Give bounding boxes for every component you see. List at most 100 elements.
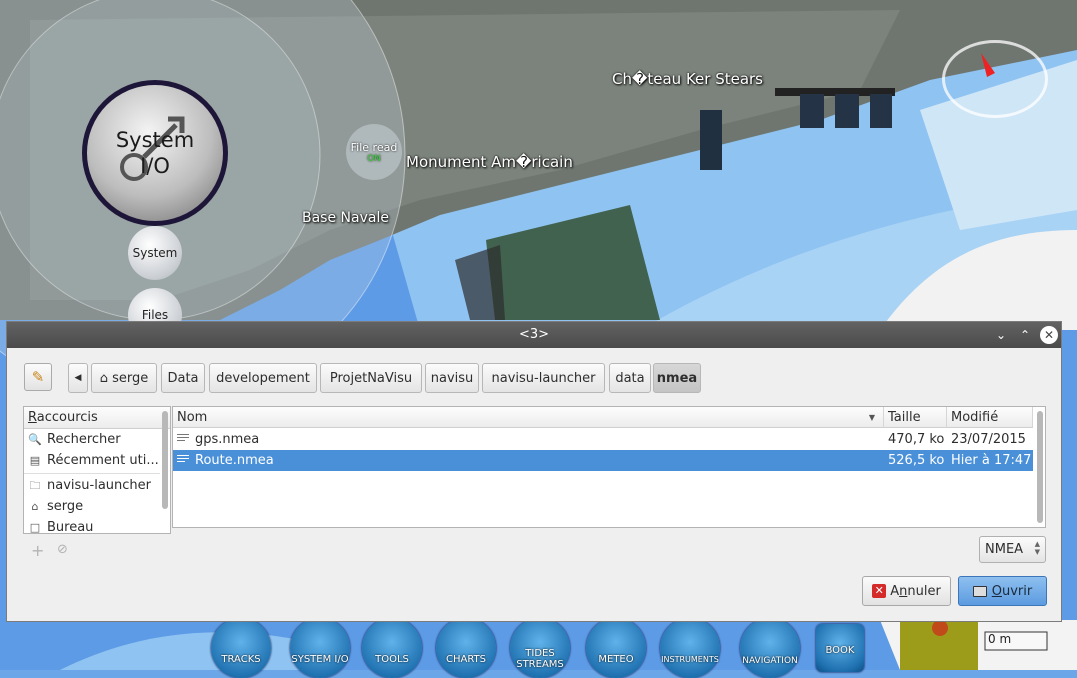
map-label-monument: Monument Am�ricain <box>406 153 573 171</box>
tracks-label: TRACKS <box>221 653 261 665</box>
text-file-icon <box>177 455 189 466</box>
system-submenu-button[interactable]: System <box>128 226 182 280</box>
file-list: Nom ▼ Taille Modifié gps.nmea 470,7 ko 23… <box>172 406 1046 528</box>
charts-button[interactable]: CHARTS <box>436 618 496 678</box>
recent-icon: ▤ <box>29 454 41 467</box>
path-crumb-navisu-launcher[interactable]: navisu-launcher <box>482 363 605 393</box>
cancel-icon: ✕ <box>872 584 887 598</box>
charts-label: CHARTS <box>445 653 487 665</box>
file-read-button[interactable]: File read ON <box>346 124 402 180</box>
place-label: Récemment uti... <box>47 453 159 468</box>
path-crumb-serge[interactable]: ⌂ serge <box>91 363 157 393</box>
cancel-label-a: A <box>890 583 900 599</box>
folder-icon: 🗀 <box>29 479 41 492</box>
tides-streams-button[interactable]: TIDES STREAMS <box>510 618 570 678</box>
file-type-filter[interactable]: NMEA ▲ ▼ <box>979 536 1046 563</box>
cancel-label-mnemonic: n <box>899 583 908 599</box>
place-label: Rechercher <box>47 432 121 447</box>
file-list-scrollbar[interactable] <box>1037 411 1043 523</box>
desktop-icon: □ <box>29 521 41 534</box>
chevron-left-icon: ◀ <box>74 373 82 383</box>
path-crumb-navisu[interactable]: navisu <box>425 363 479 393</box>
instruments-label: INSTRUMENTS <box>661 654 719 664</box>
home-icon: ⌂ <box>31 500 39 513</box>
path-crumb-developement[interactable]: developement <box>209 363 317 393</box>
file-modified: Hier à 17:47 <box>951 453 1032 468</box>
path-crumb-data-lower[interactable]: data <box>609 363 651 393</box>
book-label: BOOK <box>825 644 855 656</box>
system-io-menu-button[interactable]: System I/O <box>82 80 228 226</box>
cancel-button[interactable]: ✕ An nuler <box>862 576 951 606</box>
system-io-button[interactable]: SYSTEM I/O <box>290 618 350 678</box>
dialog-title: <3> <box>518 327 550 342</box>
map-label-base-navale: Base Navale <box>302 210 389 226</box>
open-label-rest: uvrir <box>1002 583 1033 599</box>
cancel-label-rest: nuler <box>907 583 941 599</box>
instruments-button[interactable]: INSTRUMENTS <box>660 618 720 678</box>
text-file-icon <box>177 434 189 445</box>
place-recent[interactable]: ▤ Récemment uti... <box>28 450 159 471</box>
map-label-chateau: Ch�teau Ker Stears <box>612 70 763 88</box>
file-name: Route.nmea <box>195 453 274 468</box>
path-crumb-label: serge <box>112 370 149 386</box>
meteo-button[interactable]: METEO <box>586 618 646 678</box>
path-crumb-data[interactable]: Data <box>161 363 205 393</box>
places-sidebar: Raccourcis 🔍 Rechercher ▤ Récemment uti...… <box>23 406 171 534</box>
file-row[interactable]: gps.nmea 470,7 ko 23/07/2015 <box>173 429 1033 450</box>
places-header: Raccourcis <box>24 407 170 429</box>
open-button[interactable]: Ouvrir <box>958 576 1047 606</box>
type-location-button[interactable]: ✎ <box>24 363 52 391</box>
pencil-icon: ✎ <box>31 368 45 386</box>
sort-down-icon: ▼ <box>868 413 875 422</box>
places-divider <box>24 473 160 474</box>
places-scrollbar[interactable] <box>162 411 168 509</box>
path-back-button[interactable]: ◀ <box>68 363 88 393</box>
places-header-label: accourcis <box>36 410 98 425</box>
system-submenu-label: System <box>132 246 178 260</box>
file-size: 470,7 ko <box>888 432 945 447</box>
navigation-label: NAVIGATION <box>742 655 798 666</box>
place-search[interactable]: 🔍 Rechercher <box>28 429 121 450</box>
tides-streams-label: TIDES STREAMS <box>516 648 564 670</box>
place-navisu-launcher[interactable]: 🗀 navisu-launcher <box>28 475 152 496</box>
system-io-line1: System <box>115 128 195 152</box>
system-io-line2: I/O <box>140 154 170 178</box>
path-crumb-nmea[interactable]: nmea <box>653 363 701 393</box>
dialog-titlebar[interactable]: <3> ⌄ ⌃ ✕ <box>7 322 1061 348</box>
remove-bookmark-button[interactable]: ⊘ <box>57 542 68 557</box>
place-label: serge <box>47 499 84 514</box>
file-size: 526,5 ko <box>888 453 945 468</box>
file-type-filter-value: NMEA <box>985 542 1024 557</box>
column-header-modified[interactable]: Modifié <box>947 407 1033 428</box>
path-crumb-projetnavisu[interactable]: ProjetNaVisu <box>320 363 422 393</box>
maximize-icon[interactable]: ⌃ <box>1016 326 1034 344</box>
tools-button[interactable]: TOOLS <box>362 618 422 678</box>
system-io-label: SYSTEM I/O <box>291 653 349 665</box>
place-label: Bureau <box>47 520 94 534</box>
files-submenu-label: Files <box>141 308 169 322</box>
place-serge[interactable]: ⌂ serge <box>28 496 84 517</box>
column-name-label: Nom <box>177 410 208 425</box>
spinner-arrows-icon: ▲ ▼ <box>1034 540 1040 556</box>
book-button[interactable]: BOOK <box>816 624 864 672</box>
file-row-selected[interactable]: Route.nmea 526,5 ko Hier à 17:47 <box>173 450 1033 471</box>
file-read-state: ON <box>367 153 381 164</box>
file-name: gps.nmea <box>195 432 260 447</box>
map-scale: 0 m <box>988 632 1012 646</box>
file-modified: 23/07/2015 <box>951 432 1026 447</box>
place-label: navisu-launcher <box>47 478 151 493</box>
home-icon: ⌂ <box>99 370 109 386</box>
add-bookmark-button[interactable]: + <box>31 541 44 560</box>
place-bureau[interactable]: □ Bureau <box>28 517 94 534</box>
tracks-button[interactable]: TRACKS <box>211 618 271 678</box>
places-header-mnemonic: R <box>28 410 37 425</box>
navigation-button[interactable]: NAVIGATION <box>740 618 800 678</box>
close-icon[interactable]: ✕ <box>1040 326 1058 344</box>
column-header-size[interactable]: Taille <box>884 407 947 428</box>
minimize-icon[interactable]: ⌄ <box>992 326 1010 344</box>
compass-icon[interactable] <box>942 40 1048 118</box>
folder-open-icon <box>972 585 987 597</box>
column-header-name[interactable]: Nom ▼ <box>173 407 884 428</box>
meteo-label: METEO <box>598 653 634 665</box>
search-icon: 🔍 <box>28 433 42 446</box>
